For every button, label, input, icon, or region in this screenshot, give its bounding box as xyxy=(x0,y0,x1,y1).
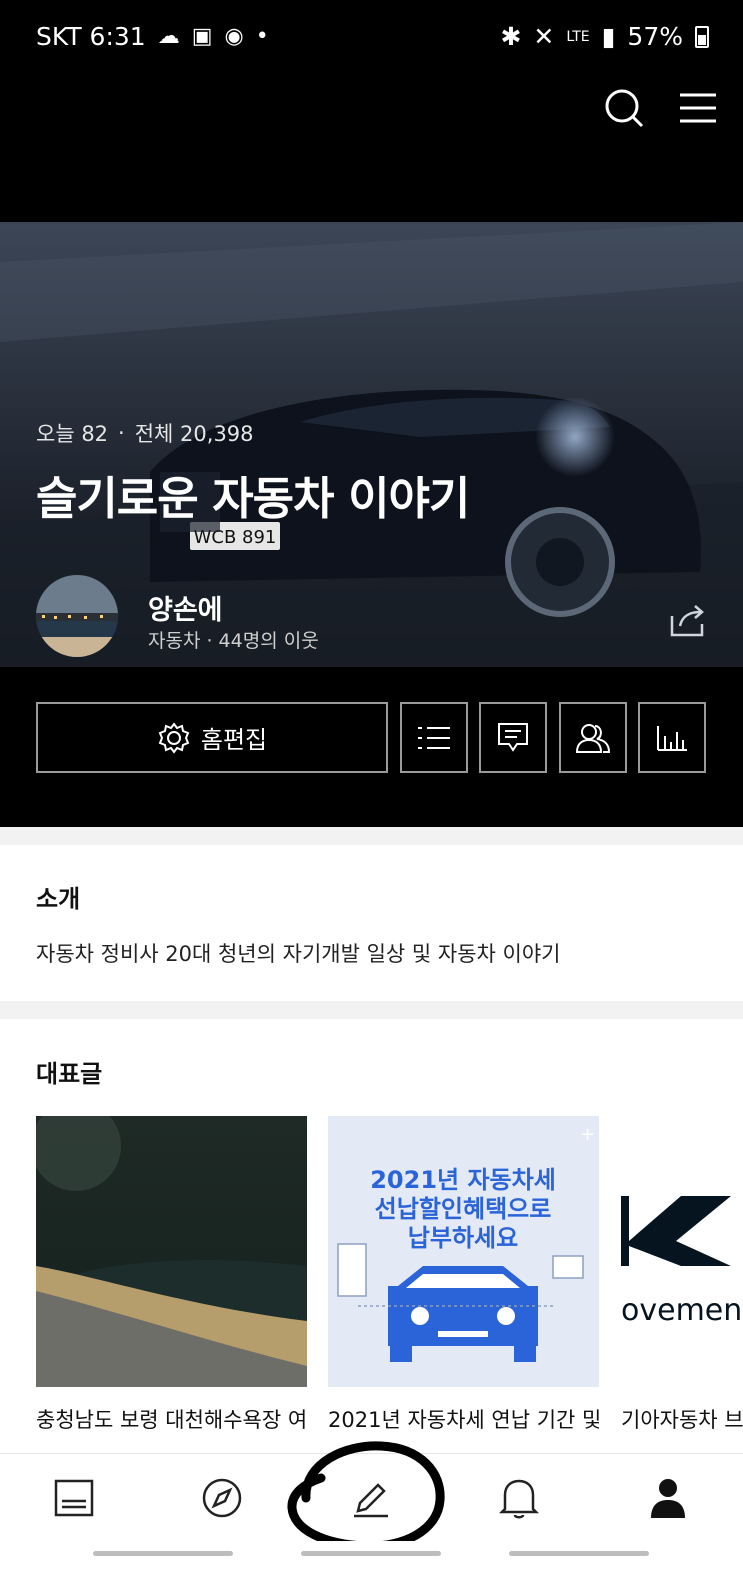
total-count: 전체 20,398 xyxy=(134,422,254,446)
blog-hero: WCB 891 오늘 82 · 전체 20,398 슬기로운 자동차 이야기 양… xyxy=(0,222,743,667)
gesture-handle xyxy=(301,1551,441,1556)
feed-icon xyxy=(54,1479,94,1517)
blog-title: 슬기로운 자동차 이야기 xyxy=(36,472,470,525)
statistics-button[interactable] xyxy=(638,702,706,773)
list-icon xyxy=(418,726,450,749)
annotation-circle xyxy=(287,1441,445,1551)
today-count: 오늘 82 xyxy=(36,422,109,446)
owner-subtitle: 자동차 · 44명의 이웃 xyxy=(148,630,319,652)
post-thumbnail xyxy=(36,1116,307,1387)
signal-icon: ▮ xyxy=(601,22,616,51)
people-icon xyxy=(576,723,610,753)
gesture-bar xyxy=(0,1541,743,1569)
section-divider xyxy=(0,827,743,845)
intro-heading: 소개 xyxy=(36,885,81,913)
thumbnail-line-1: 2021년 자동차세 xyxy=(370,1166,556,1194)
gallery-icon: ▣ xyxy=(191,24,213,49)
post-caption: 충청남도 보령 대천해수욕장 여행기 (feat. 갯수러피) xyxy=(36,1408,307,1432)
battery-icon xyxy=(695,25,709,48)
intro-text: 자동차 정비사 20대 청년의 자기개발 일상 및 자동차 이야기 xyxy=(36,942,561,966)
action-bar: 홈편집 xyxy=(0,667,743,827)
person-icon xyxy=(651,1479,685,1518)
dot-icon: • xyxy=(255,24,269,49)
bar-chart-icon xyxy=(657,725,687,751)
neighbors-button[interactable] xyxy=(559,702,627,773)
chat-icon xyxy=(498,722,528,752)
thumbnail-line-2: 선납할인혜택으로 xyxy=(375,1195,552,1223)
post-thumbnail: + 2021년 자동차세 선납할인혜택으로 납부하세요 xyxy=(328,1116,599,1387)
edit-home-button[interactable]: 홈편집 xyxy=(36,702,388,773)
section-divider xyxy=(0,1001,743,1019)
profile-tab[interactable] xyxy=(646,1476,690,1520)
status-bar: SKT 6:31 ☁ ▣ ◉ • ✱ ✕ LTE ▮ 57% xyxy=(0,0,743,72)
bell-icon xyxy=(499,1479,539,1519)
menu-icon[interactable] xyxy=(680,92,716,124)
messenger-icon: ◉ xyxy=(224,24,244,49)
gesture-handle xyxy=(93,1551,233,1556)
thumbnail-brand-text: ovement xyxy=(621,1293,743,1328)
mute-icon: ✕ xyxy=(533,22,555,51)
gear-icon xyxy=(158,721,190,754)
bottom-nav xyxy=(0,1441,743,1551)
carrier-time: SKT 6:31 xyxy=(36,22,146,51)
stats-separator: · xyxy=(118,421,125,445)
featured-heading: 대표글 xyxy=(36,1060,103,1088)
thumbnail-line-3: 납부하세요 xyxy=(408,1224,518,1252)
compass-icon xyxy=(202,1478,242,1518)
guestbook-button[interactable] xyxy=(479,702,547,773)
status-right: ✱ ✕ LTE ▮ 57% xyxy=(500,22,709,51)
post-caption: 기아자동차 브랜드 리뉴얼 정리 xyxy=(621,1408,743,1432)
featured-post-card[interactable]: 충청남도 보령 대천해수욕장 여행기 (feat. 갯수러피) xyxy=(36,1116,307,1453)
battery-percent: 57% xyxy=(627,22,683,51)
intro-section: 소개 자동차 정비사 20대 청년의 자기개발 일상 및 자동차 이야기 xyxy=(0,845,743,1001)
share-icon[interactable] xyxy=(668,602,708,638)
cloud-icon: ☁ xyxy=(157,24,180,49)
owner-name[interactable]: 양손에 xyxy=(148,588,223,627)
owner-avatar[interactable] xyxy=(36,575,118,657)
svg-text:+: + xyxy=(580,1124,595,1145)
gesture-handle xyxy=(509,1551,649,1556)
discover-tab[interactable] xyxy=(200,1476,244,1520)
post-list-button[interactable] xyxy=(400,702,468,773)
bluetooth-icon: ✱ xyxy=(500,22,522,51)
visitor-stats: 오늘 82 · 전체 20,398 xyxy=(36,418,254,448)
notifications-tab[interactable] xyxy=(497,1476,541,1520)
featured-posts-section: 대표글 충청남도 보령 대천해수욕장 여행기 (feat. 갯수러피) + 20… xyxy=(0,1019,743,1453)
edit-home-label: 홈편집 xyxy=(200,726,268,754)
search-icon[interactable] xyxy=(604,88,644,128)
network-type: LTE xyxy=(566,28,590,45)
feed-tab[interactable] xyxy=(52,1476,96,1520)
status-left: SKT 6:31 ☁ ▣ ◉ • xyxy=(36,22,269,51)
featured-post-card[interactable]: + 2021년 자동차세 선납할인혜택으로 납부하세요 2021년 자동차세 연… xyxy=(328,1116,599,1453)
post-thumbnail: ovement xyxy=(621,1116,743,1387)
featured-post-card[interactable]: ovement 기아자동차 브랜드 리뉴얼 정리 xyxy=(621,1116,743,1453)
